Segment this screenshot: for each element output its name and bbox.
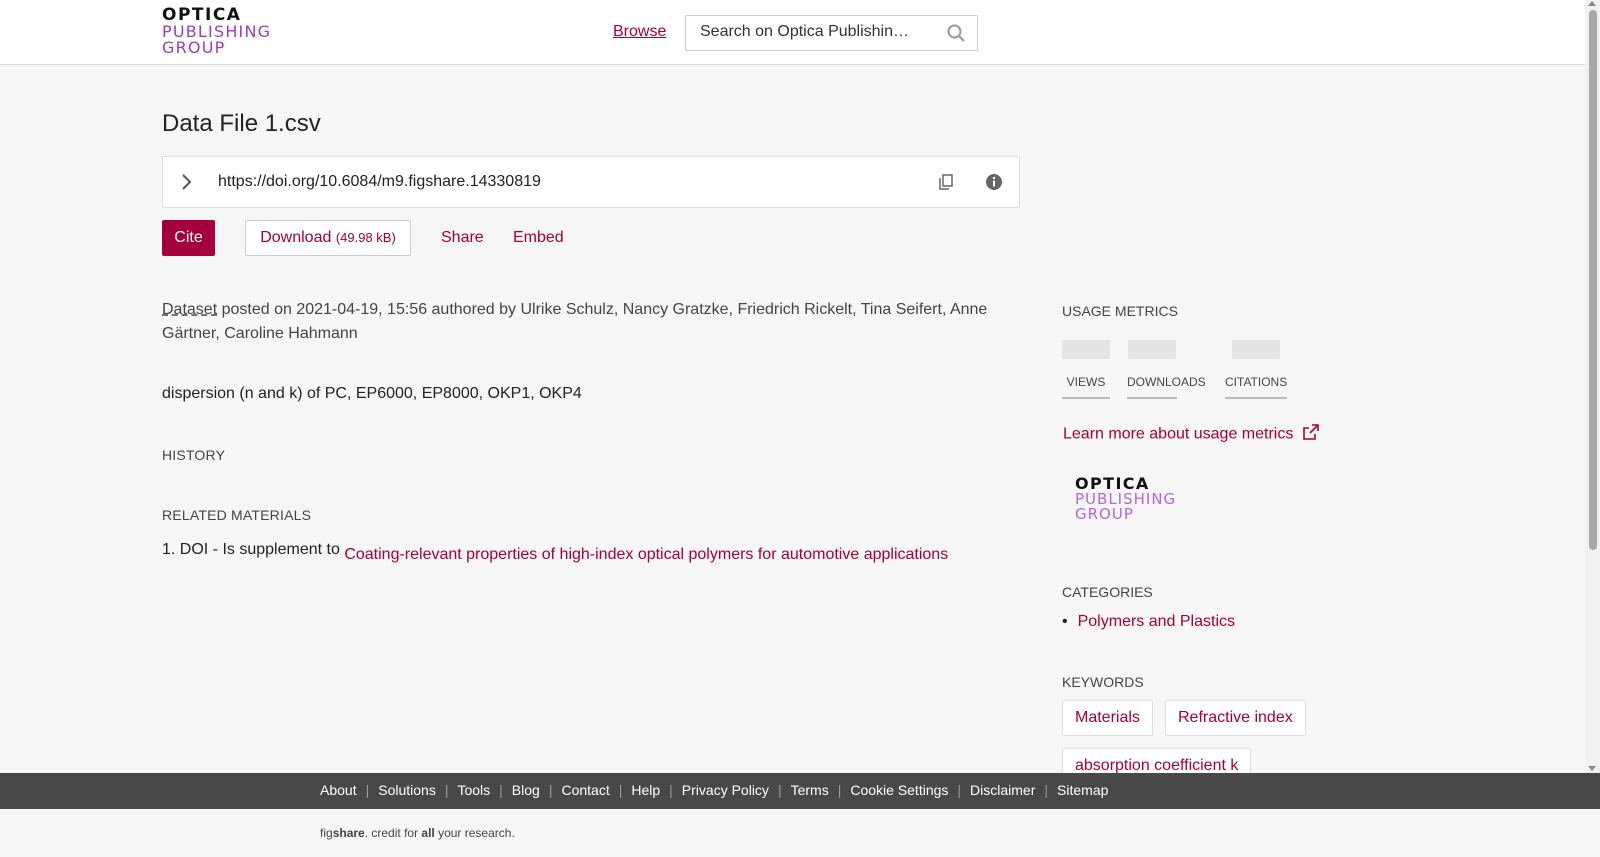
footer-link-disclaimer[interactable]: Disclaimer: [970, 782, 1035, 798]
category-item: • Polymers and Plastics: [1062, 613, 1235, 631]
footer-link-contact[interactable]: Contact: [561, 782, 609, 798]
keywords-heading: KEYWORDS: [1062, 674, 1144, 690]
external-link-icon: [1303, 424, 1320, 445]
search-box: [685, 15, 978, 51]
item-description: dispersion (n and k) of PC, EP6000, EP80…: [162, 385, 582, 402]
site-header: OPTICA PUBLISHING GROUP Browse: [0, 0, 1585, 65]
chevron-right-icon[interactable]: [179, 173, 193, 196]
separator: |: [548, 782, 553, 798]
separator: |: [444, 782, 449, 798]
metric-placeholder: [1232, 340, 1280, 359]
category-link[interactable]: Polymers and Plastics: [1078, 613, 1235, 630]
logo-line-3: GROUP: [162, 38, 226, 57]
share-link[interactable]: Share: [441, 229, 484, 247]
separator: |: [957, 782, 962, 798]
separator: |: [1044, 782, 1049, 798]
related-item: 1. DOI - Is supplement to Coating-releva…: [162, 541, 948, 563]
related-prefix: DOI - Is supplement to: [179, 541, 340, 558]
tagline-fig: fig: [320, 826, 333, 840]
metric-citations[interactable]: CITATIONS: [1225, 340, 1287, 399]
search-input[interactable]: [700, 23, 920, 41]
bullet-icon: •: [1062, 613, 1068, 630]
separator: |: [365, 782, 370, 798]
metric-label: VIEWS: [1062, 375, 1110, 399]
metric-views[interactable]: VIEWS: [1062, 340, 1110, 399]
related-link[interactable]: Coating-relevant properties of high-inde…: [344, 546, 948, 563]
figshare-tagline: figshare. credit for all your research.: [320, 826, 515, 840]
publisher-logo[interactable]: OPTICA PUBLISHING GROUP: [1075, 476, 1176, 522]
item-title: Data File 1.csv: [162, 110, 321, 137]
separator: |: [777, 782, 782, 798]
copy-icon[interactable]: [937, 173, 955, 196]
footer-link-privacy[interactable]: Privacy Policy: [682, 782, 769, 798]
tagline-all: all: [421, 826, 435, 840]
tagline-mid: . credit for: [364, 826, 422, 840]
footer-link-tools[interactable]: Tools: [457, 782, 490, 798]
metric-label: CITATIONS: [1225, 375, 1287, 399]
related-number: 1.: [162, 541, 176, 558]
doi-box: https://doi.org/10.6084/m9.figshare.1433…: [162, 156, 1020, 208]
related-heading: RELATED MATERIALS: [162, 507, 312, 523]
metric-downloads[interactable]: DOWNLOADS: [1127, 340, 1206, 399]
separator: |: [618, 782, 623, 798]
metric-label: DOWNLOADS: [1127, 375, 1206, 399]
scrollbar[interactable]: [1585, 0, 1600, 773]
footer-link-solutions[interactable]: Solutions: [378, 782, 436, 798]
tagline-share: share: [332, 826, 365, 840]
footer-link-cookie-settings[interactable]: Cookie Settings: [850, 782, 948, 798]
scroll-down-arrow-icon[interactable]: [1588, 766, 1596, 771]
learn-more-label: Learn more about usage metrics: [1063, 425, 1294, 443]
info-icon[interactable]: [985, 173, 1003, 196]
keyword-tag[interactable]: Materials: [1062, 700, 1153, 736]
posted-authors: posted on 2021-04-19, 15:56 authored by …: [162, 301, 988, 342]
history-heading: HISTORY: [162, 447, 226, 463]
scroll-up-arrow-icon[interactable]: [1588, 1, 1596, 6]
footer-link-about[interactable]: About: [320, 782, 357, 798]
browse-link[interactable]: Browse: [613, 23, 666, 41]
logo-line-3: GROUP: [1075, 505, 1134, 523]
footer-link-terms[interactable]: Terms: [791, 782, 829, 798]
doi-link[interactable]: https://doi.org/10.6084/m9.figshare.1433…: [218, 173, 541, 191]
tagline-end: your research.: [434, 826, 515, 840]
search-icon[interactable]: [947, 24, 965, 47]
cite-button[interactable]: Cite: [162, 220, 215, 256]
learn-more-link[interactable]: Learn more about usage metrics: [1063, 424, 1320, 445]
item-meta: Dataset posted on 2021-04-19, 15:56 auth…: [162, 298, 1002, 346]
categories-heading: CATEGORIES: [1062, 584, 1153, 600]
download-label: Download: [260, 229, 332, 246]
separator: |: [499, 782, 503, 798]
separator: |: [837, 782, 842, 798]
footer-link-help[interactable]: Help: [631, 782, 660, 798]
optica-logo[interactable]: OPTICA PUBLISHING GROUP: [162, 7, 271, 56]
metric-placeholder: [1128, 340, 1176, 359]
keyword-tag[interactable]: Refractive index: [1165, 700, 1306, 736]
item-type[interactable]: Dataset: [162, 301, 217, 318]
separator: |: [669, 782, 673, 798]
scrollbar-thumb[interactable]: [1589, 10, 1597, 550]
download-button[interactable]: Download (49.98 kB): [245, 220, 411, 256]
download-size: (49.98 kB): [335, 230, 396, 245]
footer-links: About | Solutions | Tools | Blog | Contact | Help |…: [320, 782, 1108, 798]
usage-metrics-heading: USAGE METRICS: [1062, 303, 1178, 319]
embed-link[interactable]: Embed: [513, 229, 564, 247]
metric-placeholder: [1062, 340, 1110, 359]
footer-link-sitemap[interactable]: Sitemap: [1057, 782, 1108, 798]
site-footer: About | Solutions | Tools | Blog | Contact | Help |…: [0, 773, 1600, 809]
footer-link-blog[interactable]: Blog: [512, 782, 540, 798]
